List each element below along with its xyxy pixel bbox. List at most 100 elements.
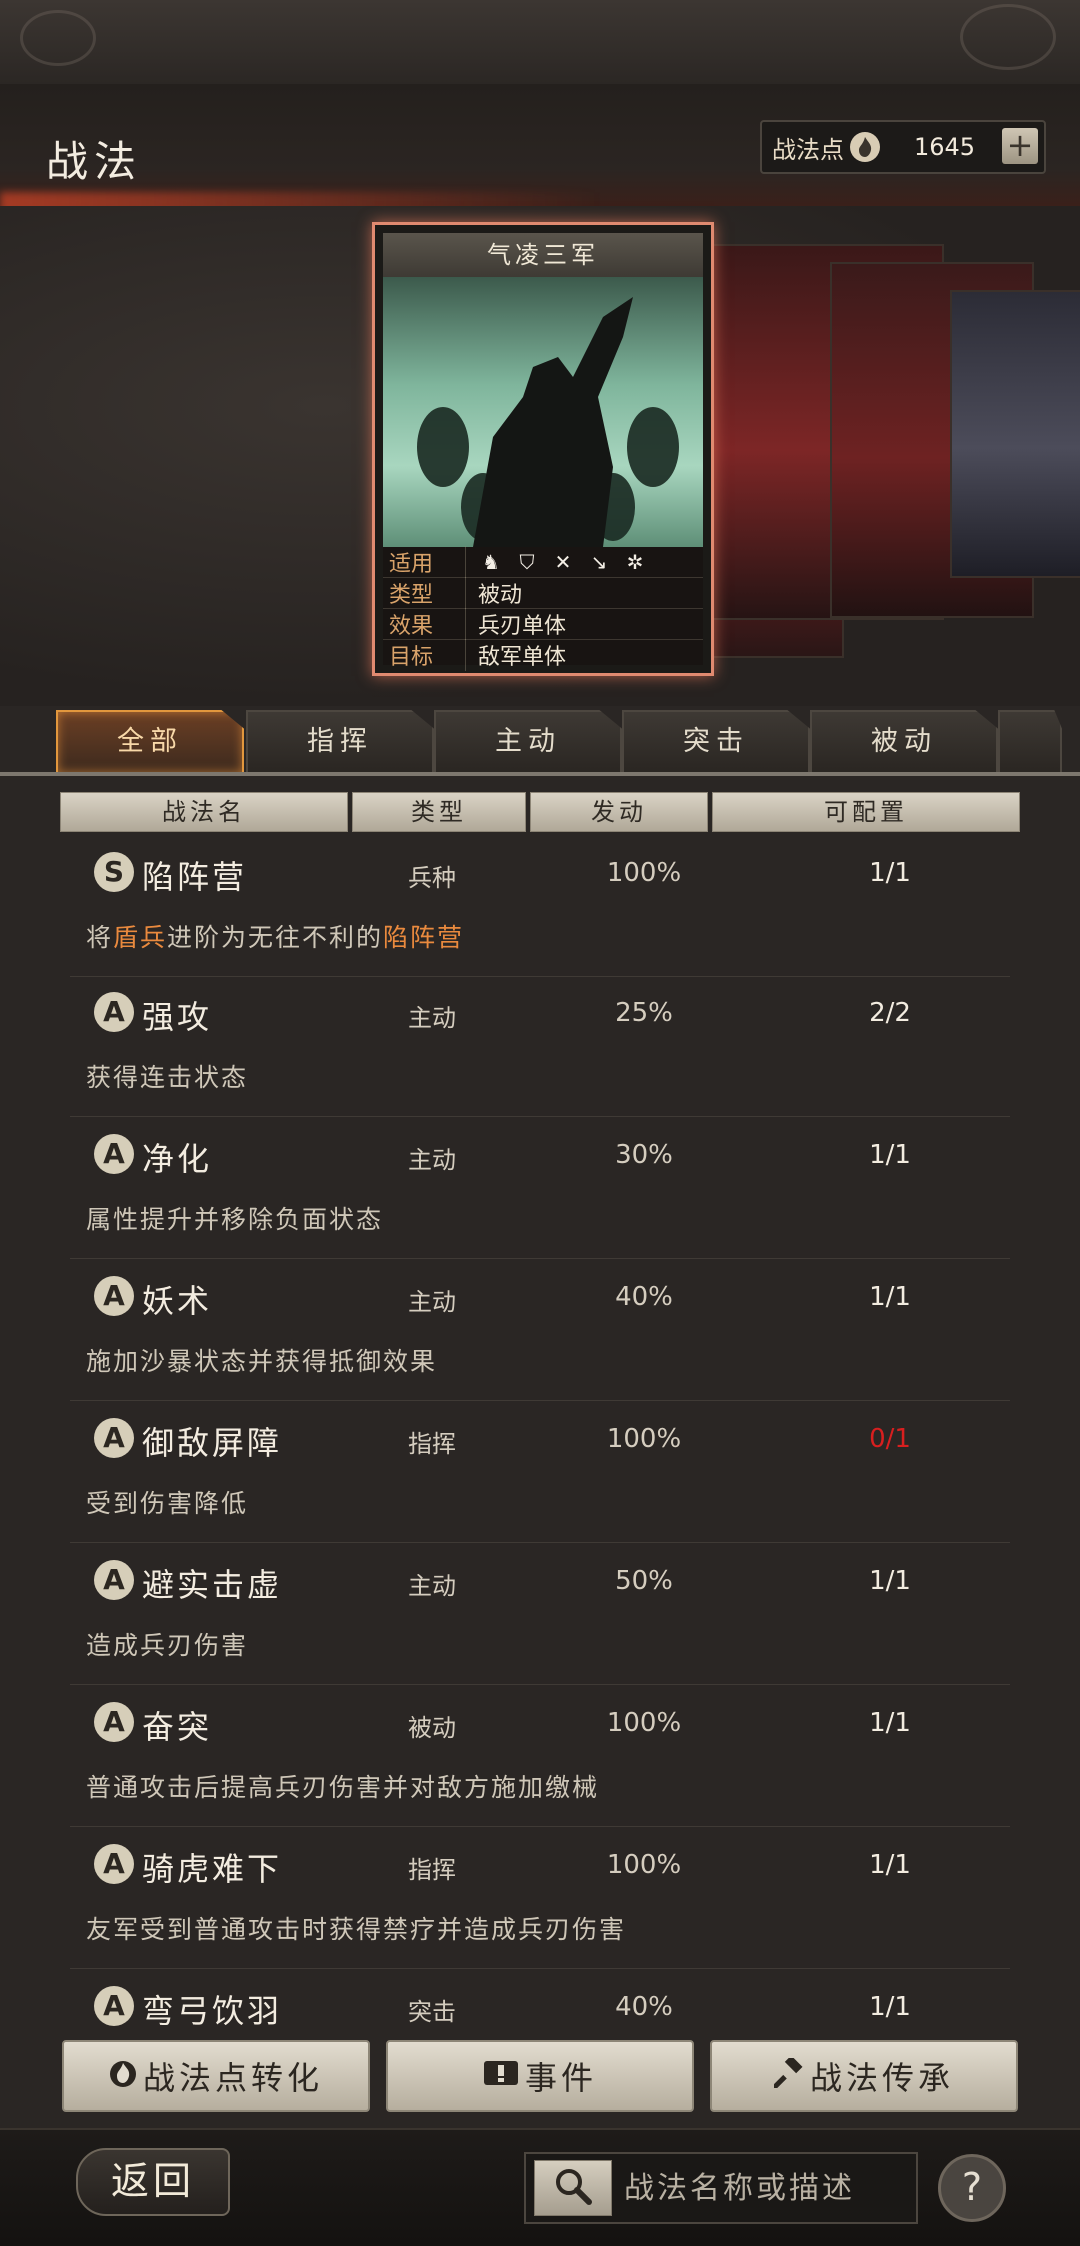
tabs-underline — [0, 772, 1080, 776]
skill-trigger-rate: 50% — [615, 1566, 673, 1596]
skill-configurable: 1/1 — [869, 1708, 911, 1738]
skill-row[interactable]: A 奋突 被动 100% 1/1 普通攻击后提高兵刃伤害并对敌方施加缴械 — [70, 1696, 1010, 1827]
skill-description: 将盾兵进阶为无往不利的陷阵营 — [86, 918, 464, 954]
tab-command[interactable]: 指挥 — [246, 710, 434, 772]
skill-description: 普通攻击后提高兵刃伤害并对敌方施加缴械 — [86, 1773, 600, 1802]
card-row-key: 类型 — [383, 577, 466, 609]
skill-description: 获得连击状态 — [86, 1063, 249, 1092]
shield-icon: ⛉ — [519, 550, 535, 574]
skill-trigger-rate: 40% — [615, 1992, 673, 2022]
tab-more[interactable] — [998, 710, 1062, 772]
tab-passive[interactable]: 被动 — [810, 710, 998, 772]
column-header-trigger[interactable]: 发动 — [530, 792, 708, 832]
flame-icon — [850, 132, 880, 162]
troop-icons: ♞ ⛉ ✕ ↘ ✲ — [466, 550, 648, 574]
spear-icon: ↘ — [590, 550, 608, 574]
skill-type: 指挥 — [408, 1856, 456, 1884]
skill-configurable: 1/1 — [869, 1282, 911, 1312]
grade-a-icon: A — [94, 1702, 134, 1742]
skill-row[interactable]: A 避实击虚 主动 50% 1/1 造成兵刃伤害 — [70, 1554, 1010, 1685]
grade-a-icon: A — [94, 1986, 134, 2026]
column-header-type[interactable]: 类型 — [352, 792, 526, 832]
inherit-skill-button[interactable]: 战法传承 — [710, 2040, 1018, 2112]
convert-points-button[interactable]: 战法点转化 — [62, 2040, 370, 2112]
skill-type: 指挥 — [408, 1430, 456, 1458]
skill-name: 陷阵营 — [142, 858, 248, 896]
convert-points-label: 战法点转化 — [142, 2059, 323, 2097]
skill-points-value: 1645 — [914, 133, 976, 161]
skill-configurable: 2/2 — [869, 998, 911, 1028]
events-button[interactable]: 事件 — [386, 2040, 694, 2112]
skill-row[interactable]: S 陷阵营 兵种 100% 1/1 将盾兵进阶为无往不利的陷阵营 — [70, 846, 1010, 977]
skill-name: 弯弓饮羽 — [142, 1992, 283, 2028]
search-button[interactable] — [534, 2160, 612, 2216]
skill-configurable: 1/1 — [869, 858, 911, 888]
card-row-value: 兵刃单体 — [478, 614, 567, 639]
card-title: 气凌三军 — [383, 233, 703, 278]
skill-row[interactable]: A 妖术 主动 40% 1/1 施加沙暴状态并获得抵御效果 — [70, 1270, 1010, 1401]
desc-text: 将 — [86, 923, 114, 952]
skill-configurable: 1/1 — [869, 1566, 911, 1596]
inherit-skill-label: 战法传承 — [809, 2059, 954, 2097]
top-decoration-strip — [0, 0, 1080, 84]
skill-row[interactable]: A 骑虎难下 指挥 100% 1/1 友军受到普通攻击时获得禁疗并造成兵刃伤害 — [70, 1838, 1010, 1969]
skill-row[interactable]: A 净化 主动 30% 1/1 属性提升并移除负面状态 — [70, 1128, 1010, 1259]
skill-name: 避实击虚 — [142, 1566, 283, 1604]
skill-row[interactable]: A 强攻 主动 25% 2/2 获得连击状态 — [70, 986, 1010, 1117]
filter-tabs: 全部 指挥 主动 突击 被动 — [0, 706, 1080, 776]
desc-highlight: 陷阵营 — [383, 923, 465, 952]
cavalry-icon: ♞ — [482, 550, 500, 574]
skill-type: 主动 — [408, 1004, 456, 1032]
card-row-value: 敌军单体 — [478, 645, 567, 670]
grade-a-icon: A — [94, 1560, 134, 1600]
skill-list[interactable]: S 陷阵营 兵种 100% 1/1 将盾兵进阶为无往不利的陷阵营 A 强攻 主动… — [0, 846, 1080, 2028]
skill-name: 净化 — [142, 1140, 213, 1178]
add-points-button[interactable]: + — [1002, 128, 1038, 164]
skill-name: 骑虎难下 — [142, 1850, 283, 1888]
skill-trigger-rate: 25% — [615, 998, 673, 1028]
card-artwork — [383, 277, 703, 547]
back-button[interactable]: 返回 — [76, 2148, 230, 2216]
card-row-key: 目标 — [383, 639, 466, 671]
carousel-card[interactable] — [950, 290, 1080, 578]
skill-configurable: 1/1 — [869, 1140, 911, 1170]
skill-configurable: 1/1 — [869, 1850, 911, 1880]
skill-configurable: 0/1 — [869, 1424, 911, 1454]
skill-type: 被动 — [408, 1714, 456, 1742]
tab-all[interactable]: 全部 — [56, 710, 244, 772]
skill-row[interactable]: A 御敌屏障 指挥 100% 0/1 受到伤害降低 — [70, 1412, 1010, 1543]
card-info-table: 适用 ♞ ⛉ ✕ ↘ ✲ 类型 被动 效果 兵刃单体 目标 敌军单体 — [383, 546, 703, 671]
tab-assault[interactable]: 突击 — [622, 710, 810, 772]
skill-name: 奋突 — [142, 1708, 213, 1746]
skill-trigger-rate: 100% — [606, 1424, 682, 1454]
column-header-configurable[interactable]: 可配置 — [712, 792, 1020, 832]
skill-configurable: 1/1 — [869, 1992, 911, 2022]
tab-active[interactable]: 主动 — [434, 710, 622, 772]
skill-trigger-rate: 100% — [606, 1850, 682, 1880]
skill-type: 兵种 — [408, 864, 456, 892]
skill-description: 友军受到普通攻击时获得禁疗并造成兵刃伤害 — [86, 1915, 627, 1944]
desc-highlight: 盾兵 — [113, 923, 168, 952]
grade-a-icon: A — [94, 1844, 134, 1884]
skill-type: 主动 — [408, 1146, 456, 1174]
skill-type: 主动 — [408, 1288, 456, 1316]
skill-row[interactable]: A 弯弓饮羽 突击 40% 1/1 — [70, 1980, 1010, 2028]
selected-skill-card[interactable]: 气凌三军 适用 ♞ ⛉ ✕ ↘ ✲ 类型 被动 效果 兵刃单体 目标 敌军单体 — [372, 222, 714, 676]
grade-a-icon: A — [94, 1276, 134, 1316]
skill-trigger-rate: 40% — [615, 1282, 673, 1312]
card-row-target: 目标 敌军单体 — [383, 639, 703, 671]
events-label: 事件 — [524, 2059, 597, 2097]
help-button[interactable]: ? — [938, 2154, 1006, 2222]
skill-points-display: 战法点 1645 + — [760, 120, 1046, 174]
search-input[interactable] — [622, 2154, 916, 2222]
grade-a-icon: A — [94, 992, 134, 1032]
alert-icon — [483, 2059, 519, 2094]
bottom-action-bar: 战法点转化 事件 战法传承 — [0, 2040, 1080, 2114]
page-header: 战法 战法点 1645 + — [0, 84, 1080, 214]
grade-a-icon: A — [94, 1418, 134, 1458]
skill-description: 施加沙暴状态并获得抵御效果 — [86, 1347, 438, 1376]
card-row-key: 效果 — [383, 608, 466, 640]
card-row-effect: 效果 兵刃单体 — [383, 608, 703, 640]
column-header-name[interactable]: 战法名 — [60, 792, 348, 832]
skill-name: 御敌屏障 — [142, 1424, 283, 1462]
